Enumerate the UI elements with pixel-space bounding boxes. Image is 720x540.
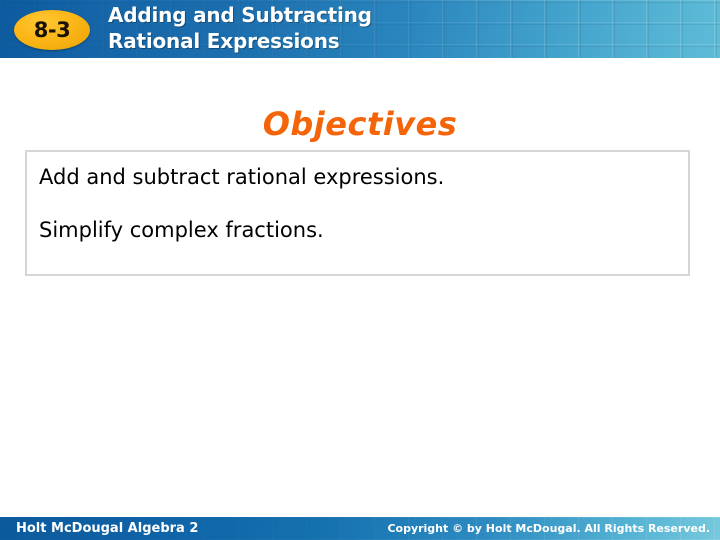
objectives-heading: Objectives: [262, 105, 458, 143]
objectives-box: Add and subtract rational expressions. S…: [25, 150, 690, 276]
slide: 8-3 Adding and Subtracting Rational Expr…: [0, 0, 720, 540]
lesson-title: Adding and Subtracting Rational Expressi…: [108, 2, 528, 54]
slide-footer: Holt McDougal Algebra 2 Copyright © by H…: [0, 517, 720, 540]
lesson-number-label: 8-3: [33, 17, 71, 42]
lesson-title-line-2: Rational Expressions: [108, 29, 340, 53]
lesson-number-badge: 8-3: [14, 10, 90, 50]
objective-item-2: Simplify complex fractions.: [39, 218, 324, 242]
footer-book-title: Holt McDougal Algebra 2: [16, 521, 199, 536]
footer-copyright: Copyright © by Holt McDougal. All Rights…: [387, 522, 710, 535]
slide-header: 8-3 Adding and Subtracting Rational Expr…: [0, 0, 720, 58]
lesson-title-line-1: Adding and Subtracting: [108, 3, 372, 27]
objective-item-1: Add and subtract rational expressions.: [39, 165, 445, 189]
